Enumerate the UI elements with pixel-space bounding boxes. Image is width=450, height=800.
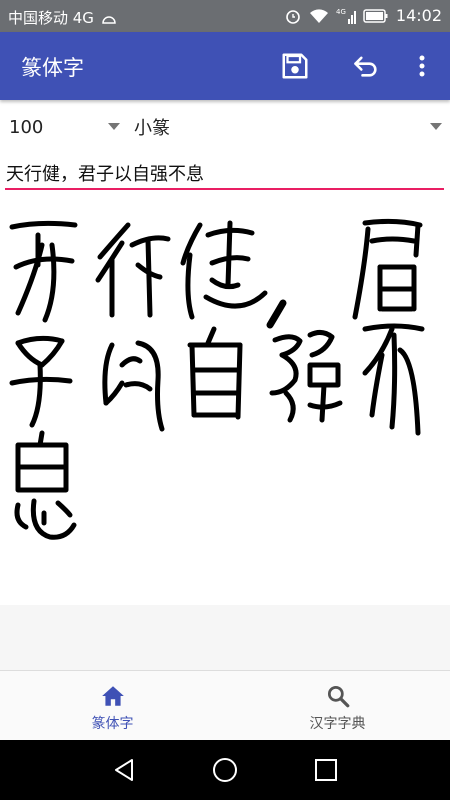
font-size-value: 100: [9, 116, 44, 138]
status-right: 4G 14:02: [284, 6, 442, 25]
seal-glyph-qiang: [269, 329, 343, 423]
undo-icon: [354, 56, 377, 77]
dropdown-arrow-icon: [430, 123, 442, 130]
seal-glyph-zi: [9, 335, 73, 428]
recents-icon[interactable]: [312, 756, 340, 784]
seal-glyph-comma: [266, 299, 287, 329]
canvas-bottom-area: [0, 605, 450, 670]
seal-glyph-zi-self: [187, 326, 243, 420]
nav-label-seal-script: 篆体字: [91, 716, 134, 732]
seal-glyph-bu: [362, 323, 425, 436]
more-vert-icon: [419, 55, 425, 77]
seal-glyph-xi: [14, 430, 77, 540]
svg-text:4G: 4G: [336, 8, 346, 16]
save-button[interactable]: [273, 32, 317, 100]
script-style-value: 小篆: [134, 118, 170, 139]
seal-glyph-yi: [102, 340, 165, 432]
seal-glyph-jun: [352, 218, 423, 320]
seal-glyph-tian: [9, 220, 78, 323]
app-title: 篆体字: [21, 56, 84, 80]
back-icon[interactable]: [110, 756, 138, 784]
controls-panel: 100 小篆: [0, 100, 450, 205]
dropdown-arrow-icon: [108, 123, 120, 130]
script-style-spinner[interactable]: 小篆: [134, 112, 446, 142]
android-debug-icon: [101, 16, 116, 24]
battery-icon: [363, 8, 388, 23]
text-input[interactable]: [5, 158, 444, 190]
nav-item-seal-script[interactable]: 篆体字: [0, 671, 225, 741]
nav-item-dictionary[interactable]: 汉字字典: [225, 671, 450, 741]
undo-button[interactable]: [344, 32, 388, 100]
status-left: 中国移动 4G: [8, 7, 117, 28]
home-icon: [102, 686, 124, 706]
seal-script-canvas: [0, 205, 450, 605]
alarm-icon: [286, 9, 300, 24]
overflow-menu-button[interactable]: [408, 32, 436, 100]
system-navigation-bar: [0, 740, 450, 800]
signal-icon: 4G: [336, 8, 356, 24]
seal-glyph-xing: [95, 222, 171, 318]
search-icon: [327, 685, 350, 708]
wifi-icon: [309, 8, 328, 23]
app-bar: 篆体字: [0, 32, 450, 100]
save-icon: [282, 53, 308, 79]
bottom-navigation: 篆体字 汉字字典: [0, 670, 450, 741]
nav-label-dictionary: 汉字字典: [309, 716, 366, 732]
home-circle-icon[interactable]: [211, 756, 239, 784]
status-bar: 中国移动 4G 4G 14:02: [0, 0, 450, 32]
carrier-label: 中国移动 4G: [8, 9, 94, 27]
clock: 14:02: [395, 6, 442, 25]
font-size-spinner[interactable]: 100: [9, 112, 124, 142]
seal-glyph-jian: [180, 220, 268, 320]
